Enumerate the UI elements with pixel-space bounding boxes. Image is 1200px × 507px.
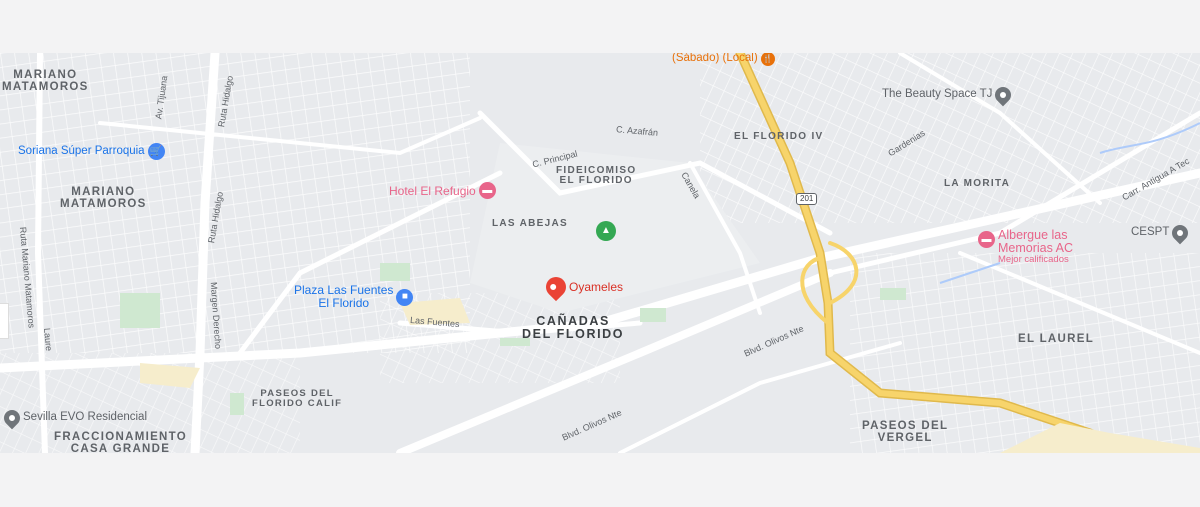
area-paseos-del-florido: PASEOS DEL FLORIDO CALIF [252, 388, 343, 409]
poi-oyameles[interactable]: Oyameles [541, 272, 624, 302]
area-mariano-matamoros-top: MARIANO MATAMOROS [2, 69, 89, 93]
poi-hotel-label: Hotel El Refugio [389, 183, 476, 198]
hotel-bed-icon: ▬ [478, 182, 496, 199]
area-las-abejas: LAS ABEJAS [492, 218, 568, 229]
poi-sabado-local[interactable]: (Sábado) (Local) 🍴 [672, 53, 775, 66]
shopping-bag-icon: ■ [396, 288, 414, 306]
area-paseos-del-vergel: PASEOS DEL VERGEL [862, 420, 949, 444]
hotel-bed-icon: ▬ [978, 231, 995, 248]
shopping-cart-icon: 🛒 [147, 143, 165, 160]
poi-park[interactable]: ▲ [596, 221, 616, 241]
poi-albergue-sub: Mejor calificados [998, 254, 1069, 266]
location-pin-icon [992, 83, 1015, 107]
poi-albergue-label: Albergue las Memorias AC [998, 228, 1074, 256]
poi-sevilla-label: Sevilla EVO Residencial [23, 411, 148, 424]
poi-plaza-label: Plaza Las Fuentes El Florido [294, 283, 394, 311]
selected-pin-icon [541, 272, 571, 302]
location-pin-icon [1169, 221, 1192, 245]
area-fraccionamiento: FRACCIONAMIENTO CASA GRANDE [54, 431, 188, 453]
map-canvas[interactable]: MARIANO MATAMOROS MARIANO MATAMOROS FIDEIC… [0, 53, 1200, 453]
map-side-control[interactable] [0, 303, 9, 339]
poi-cespt[interactable]: CESPT [1131, 221, 1192, 245]
restaurant-icon: 🍴 [760, 53, 775, 66]
area-la-morita: LA MORITA [944, 178, 1011, 189]
poi-sabado-local-label: (Sábado) (Local) [672, 53, 758, 65]
area-el-florido-iv: EL FLORIDO IV [734, 131, 824, 142]
poi-albergue-text: Albergue las Memorias AC Mejor calificad… [998, 228, 1074, 266]
poi-sevilla-evo[interactable]: Sevilla EVO Residencial [0, 406, 148, 430]
highway-201-shield: 201 [796, 193, 818, 205]
area-mariano-matamoros: MARIANO MATAMOROS [60, 186, 147, 210]
poi-cespt-label: CESPT [1131, 226, 1170, 239]
street-laure: Laure [42, 327, 54, 352]
park-mountain-icon: ▲ [596, 221, 616, 241]
location-pin-icon [0, 406, 24, 430]
poi-soriana[interactable]: Soriana Súper Parroquia 🛒 [18, 143, 165, 160]
poi-hotel-el-refugio[interactable]: Hotel El Refugio ▬ [389, 182, 496, 199]
poi-plaza-las-fuentes[interactable]: Plaza Las Fuentes El Florido ■ [294, 283, 414, 311]
area-canadas-del-florido: CAÑADAS DEL FLORIDO [522, 314, 625, 341]
area-fideicomiso: FIDEICOMISO EL FLORIDO [556, 165, 637, 186]
poi-beauty-space-label: The Beauty Space TJ [882, 88, 993, 101]
area-el-laurel: EL LAUREL [1018, 333, 1095, 345]
poi-oyameles-label: Oyameles [569, 280, 624, 294]
poi-soriana-label: Soriana Súper Parroquia [18, 144, 145, 157]
poi-albergue[interactable]: ▬ Albergue las Memorias AC Mejor calific… [978, 228, 1074, 266]
poi-beauty-space[interactable]: The Beauty Space TJ [882, 83, 1015, 107]
